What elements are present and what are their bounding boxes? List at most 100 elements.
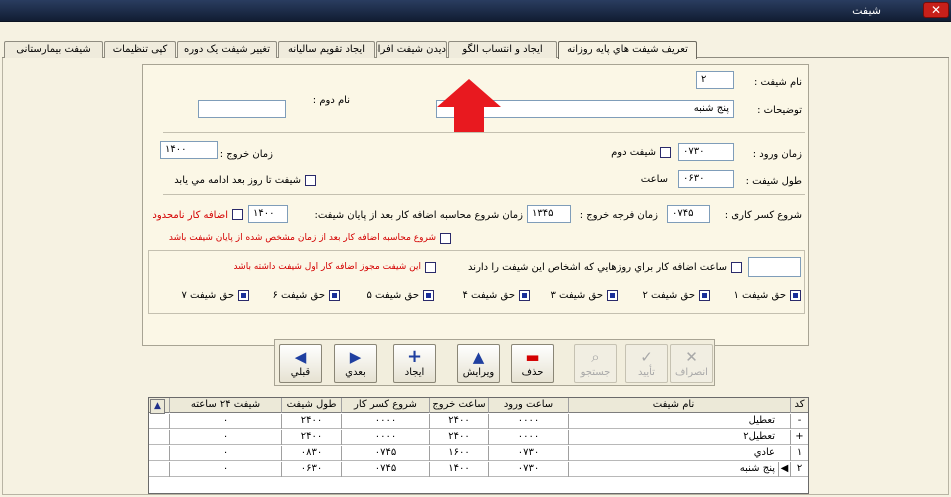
cell-name: پنج شنبه — [568, 462, 778, 477]
tab-strip: تعريف شيفت هاي پايه روزانه ايجاد و انتسا… — [4, 41, 697, 59]
add-button[interactable]: + ايجاد — [393, 344, 436, 383]
cancel-icon: ✕ — [685, 348, 698, 366]
exit-grace-label: زمان فرجه خروج : — [579, 210, 658, 221]
shift-right-1-checkbox[interactable] — [790, 290, 801, 301]
search-icon: ⌕ — [591, 348, 600, 366]
row-pointer-icon: ◀ — [778, 462, 790, 477]
table-row[interactable]: ١ عادي ٠٧٣٠ ١۶٠٠ ٠٧۴۵ ٠٨٣٠ ٠ — [149, 446, 808, 461]
ot-start-label: زمان شروع محاسبه اضافه کار بعد از پايان … — [314, 210, 523, 221]
next-day-label: شيفت تا روز بعد ادامه مي يابد — [174, 175, 301, 186]
cell-exit: ١۴٠٠ — [429, 462, 488, 477]
holiday-ot-input[interactable] — [748, 257, 801, 277]
search-button[interactable]: ⌕ جستجو — [574, 344, 617, 383]
tab-view-person-shifts[interactable]: ديدن شيفت افراد — [376, 41, 447, 58]
shift-right-1-label: حق شيفت ١ — [733, 290, 786, 301]
cell-code: ٢ — [790, 462, 808, 477]
tab-patterns[interactable]: ايجاد و انتساب الگو — [448, 41, 557, 58]
table-row-selected[interactable]: ٢ ◀ پنج شنبه ٠٧٣٠ ١۴٠٠ ٠٧۴۵ ٠۶٣٠ ٠ — [149, 462, 808, 477]
table-row[interactable]: + تعطيل٢ ٠٠٠٠ ٢۴٠٠ ٠٠٠٠ ٢۴٠٠ ٠ — [149, 430, 808, 445]
cell-code: + — [790, 430, 808, 445]
exit-grace-input[interactable]: ١٣۴۵ — [527, 205, 571, 223]
first-shift-ot-label: اين شيفت مجوز اضافه کار اول شيفت داشته ب… — [233, 262, 421, 272]
shift-right-6-label: حق شيفت ۶ — [272, 290, 325, 301]
col-header-deduct: شروع کسر کار — [341, 398, 429, 413]
window-title: شيفت — [852, 4, 881, 17]
shift-right-2-label: حق شيفت ٢ — [642, 290, 695, 301]
cell-code: ١ — [790, 446, 808, 461]
shift-right-2-checkbox[interactable] — [699, 290, 710, 301]
cell-24h: ٠ — [169, 462, 281, 477]
cell-exit: ١۶٠٠ — [429, 446, 488, 461]
ot-after-checkbox[interactable] — [440, 233, 451, 244]
cell-entry: ٠٠٠٠ — [488, 430, 568, 445]
plus-icon: + — [406, 346, 423, 367]
tab-base-shifts[interactable]: تعريف شيفت هاي پايه روزانه — [558, 41, 697, 59]
cell-deduct: ٠٧۴۵ — [341, 462, 429, 477]
tab-annual-calendar[interactable]: ايجاد تقويم ساليانه — [278, 41, 375, 58]
exit-time-label: زمان خروج : — [219, 149, 273, 160]
second-name-input[interactable] — [198, 100, 286, 118]
shift-right-4-checkbox[interactable] — [519, 290, 530, 301]
cell-length: ٢۴٠٠ — [281, 414, 341, 429]
second-name-label: نام دوم : — [312, 95, 350, 106]
close-button[interactable]: ✕ — [923, 2, 949, 18]
arrow-left-icon: ◀ — [294, 348, 307, 366]
deduct-start-input[interactable]: ٠٧۴۵ — [667, 205, 710, 223]
entry-time-label: زمان ورود : — [752, 149, 802, 160]
cell-name: عادي — [568, 446, 778, 461]
description-label: توضيحات : — [757, 105, 802, 116]
shift-right-7-checkbox[interactable] — [238, 290, 249, 301]
shift-right-3-checkbox[interactable] — [607, 290, 618, 301]
cell-deduct: ٠٠٠٠ — [341, 430, 429, 445]
shift-right-6-checkbox[interactable] — [329, 290, 340, 301]
navigation-toolbar: ✕ انصراف ✓ تأييد ⌕ جستجو ▬ حذف ▲ ويرايش + ايجا… — [274, 339, 715, 386]
cell-entry: ٠٧٣٠ — [488, 462, 568, 477]
exit-time-input[interactable]: ١۴٠٠ — [160, 141, 218, 159]
cell-name: تعطيل٢ — [568, 430, 778, 445]
scroll-up-button[interactable]: ▲ — [150, 399, 165, 414]
col-header-exit: ساعت خروج — [429, 398, 488, 413]
col-header-entry: ساعت ورود — [488, 398, 568, 413]
cell-entry: ٠٧٣٠ — [488, 446, 568, 461]
unlimited-ot-checkbox[interactable] — [232, 209, 243, 220]
entry-time-input[interactable]: ٠٧٣٠ — [678, 143, 734, 161]
cell-24h: ٠ — [169, 446, 281, 461]
cell-length: ٠٨٣٠ — [281, 446, 341, 461]
shift-right-5-label: حق شيفت ۵ — [366, 290, 419, 301]
shift-right-4-label: حق شيفت ۴ — [462, 290, 515, 301]
shift-right-5-checkbox[interactable] — [423, 290, 434, 301]
cancel-button[interactable]: ✕ انصراف — [670, 344, 713, 383]
tab-change-period-shift[interactable]: تغيير شيفت يک دوره — [177, 41, 277, 58]
tab-hospital-shift[interactable]: شيفت بيمارستانی — [4, 41, 103, 58]
cell-name: تعطيل — [568, 414, 778, 429]
col-header-length: طول شيفت — [281, 398, 341, 413]
shift-name-input[interactable]: ٢ — [696, 71, 734, 89]
table-row[interactable]: - تعطيل ٠٠٠٠ ٢۴٠٠ ٠٠٠٠ ٢۴٠٠ ٠ — [149, 414, 808, 429]
edit-button[interactable]: ▲ ويرايش — [457, 344, 500, 383]
shift-right-3-label: حق شيفت ٣ — [550, 290, 603, 301]
deduct-start-label: شروع کسر کاری : — [724, 210, 802, 221]
tab-copy-settings[interactable]: کپی تنظيمات — [104, 41, 176, 58]
next-button[interactable]: ▶ بعدي — [334, 344, 377, 383]
delete-button[interactable]: ▬ حذف — [511, 344, 554, 383]
cell-length: ٢۴٠٠ — [281, 430, 341, 445]
cell-exit: ٢۴٠٠ — [429, 430, 488, 445]
holiday-ot-checkbox[interactable] — [731, 262, 742, 273]
overtime-rights-group: ساعت اضافه کار براي روزهايي که اشخاص اين… — [148, 250, 805, 314]
cell-length: ٠۶٣٠ — [281, 462, 341, 477]
cell-deduct: ٠٠٠٠ — [341, 414, 429, 429]
ot-start-input[interactable]: ١۴٠٠ — [248, 205, 288, 223]
cell-deduct: ٠٧۴۵ — [341, 446, 429, 461]
next-day-checkbox[interactable] — [305, 175, 316, 186]
minus-icon: ▬ — [525, 348, 540, 366]
triangle-up-icon: ▲ — [472, 348, 485, 366]
shift-length-input[interactable]: ٠۶٣٠ — [678, 170, 734, 188]
previous-button[interactable]: ◀ قبلي — [279, 344, 322, 383]
col-header-24h: شيفت ٢۴ ساعته — [169, 398, 281, 413]
first-shift-ot-checkbox[interactable] — [425, 262, 436, 273]
confirm-button[interactable]: ✓ تأييد — [625, 344, 668, 383]
second-shift-checkbox[interactable] — [660, 147, 671, 158]
divider — [163, 194, 805, 195]
holiday-ot-label: ساعت اضافه کار براي روزهايي که اشخاص اين… — [468, 262, 727, 273]
arrow-right-icon: ▶ — [349, 348, 362, 366]
